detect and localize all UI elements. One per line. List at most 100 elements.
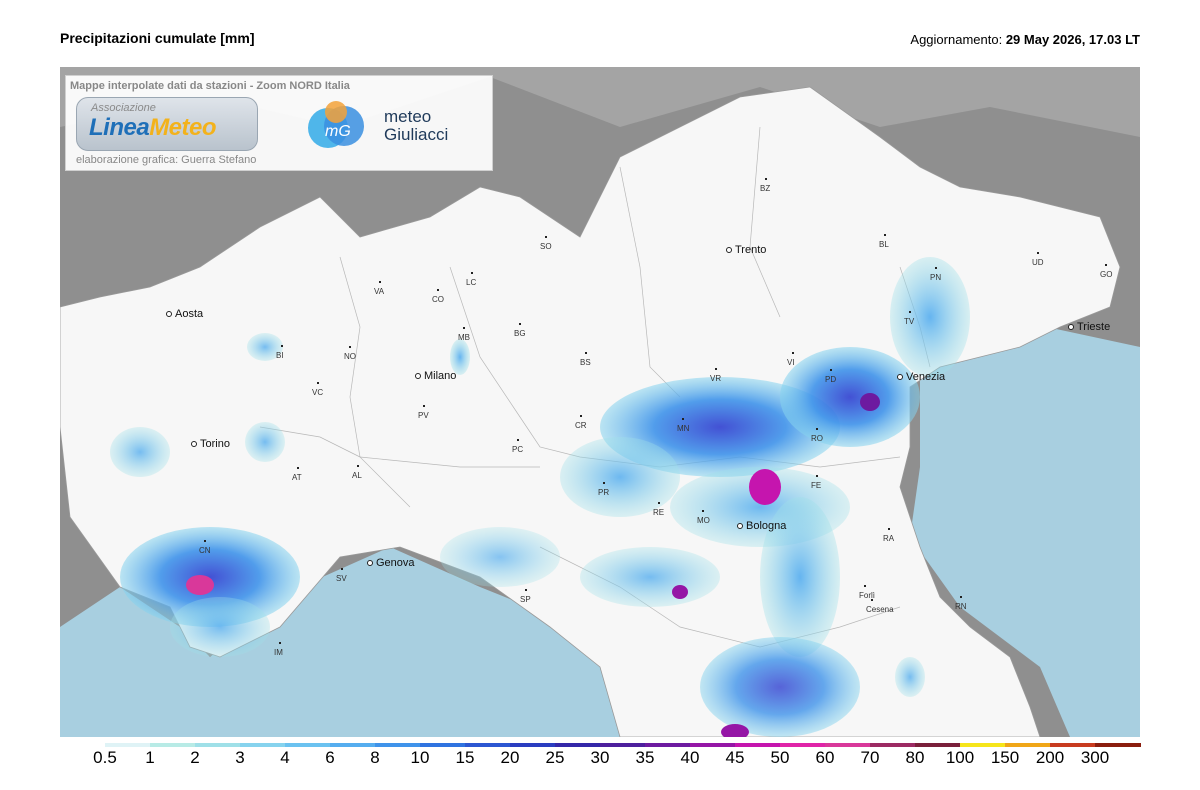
legend-color-segment [375,743,421,747]
legend-tick-label: 20 [500,748,520,767]
prov-mo: MO [697,510,710,525]
legend-color-segment [960,743,1006,747]
city-trieste: Trieste [1067,321,1111,333]
legend-color-segment [150,743,196,747]
map-title: Precipitazioni cumulate [mm] [60,30,255,46]
prov-ud: UD [1032,252,1044,267]
legend-color-segment [60,743,106,747]
prov-vi: VI [787,352,795,367]
legend-color-segment [510,743,556,747]
legend-tick-label: 8 [370,748,380,767]
legend-tick-label: 45 [725,748,745,767]
legend-tick-label: 35 [635,748,655,767]
legend-color-segment [420,743,466,747]
logo-name: LineaMeteo [89,114,217,142]
city-genova: Genova [367,557,415,569]
prov-so: SO [540,236,552,251]
prov-rn: RN [955,596,967,611]
prov-tv: TV [904,311,915,326]
prov-bi: BI [276,345,284,360]
city-torino: Torino [191,438,230,450]
prov-sv: SV [336,568,347,583]
legend-tick-label: 1 [145,748,155,767]
logo-mark-text: mG [325,123,351,140]
prov-bl: BL [879,234,889,249]
prov-va: VA [374,281,385,296]
prov-fe: FE [811,475,822,490]
partner-line2: Giuliacci [384,125,449,144]
legend-tick-label: 300 [1080,748,1110,767]
legend-color-segment [870,743,916,747]
prov-im: IM [274,642,283,657]
legend-tick-label: 100 [945,748,975,767]
prov-mb: MB [458,327,470,342]
prov-ra: RA [883,528,895,543]
legend-color-segment [1095,743,1141,747]
legend-color-segment [600,743,646,747]
update-value: 29 May 2026, 17.03 LT [1005,32,1140,47]
legend-color-segment [915,743,961,747]
legend-tick-label: 30 [590,748,610,767]
legend-color-segment [105,743,151,747]
legend-color-segment [1050,743,1096,747]
legend-tick-label: 60 [815,748,835,767]
legend-color-segment [825,743,871,747]
logo-name-a: Linea [89,114,150,141]
legend-color-segment [285,743,331,747]
legend-color-scale [60,743,1141,747]
lineameteo-logo: Associazione LineaMeteo [76,97,258,151]
legend-tick-label: 2 [190,748,200,767]
legend-color-segment [555,743,601,747]
prov-pn: PN [930,267,942,282]
credits-box: Mappe interpolate dati da stazioni - Zoo… [65,75,493,171]
partner-line1: meteo [384,107,432,126]
legend-color-segment [330,743,376,747]
prov-al: AL [352,465,362,480]
prov-ro: RO [811,428,823,443]
prov-mn: MN [677,418,690,433]
logo-association-text: Associazione [91,102,156,114]
legend-tick-label: 3 [235,748,245,767]
legend-color-segment [690,743,736,747]
prov-lc: LC [466,272,477,287]
prov-sp: SP [520,589,531,604]
legend-tick-label: 40 [680,748,700,767]
prov-at: AT [292,467,302,482]
prov-pr: PR [598,482,610,497]
prov-pv: PV [418,405,429,420]
legend-color-segment [1005,743,1051,747]
legend-tick-labels: 0.5 1 2 3 4 6 8 10 15 20 25 30 35 40 45 50 60 70 80 100 150 2… [60,748,1140,768]
legend-color-segment [645,743,691,747]
legend-color-segment [465,743,511,747]
legend-tick-label: 6 [325,748,335,767]
legend-tick-label: 70 [860,748,880,767]
legend-tick-label: 80 [905,748,925,767]
meteogiuliacci-name: meteo Giuliacci [384,108,448,144]
legend-color-segment [240,743,286,747]
prov-cn: CN [199,540,211,555]
credits-author: elaborazione grafica: Guerra Stefano [76,154,257,166]
legend-color-segment [735,743,781,747]
legend-tick-label: 25 [545,748,565,767]
prov-bg: BG [514,323,526,338]
prov-vc: VC [312,382,324,397]
prov-pd: PD [825,369,837,384]
legend-tick-label: 150 [990,748,1020,767]
city-milano: Milano [414,370,457,382]
prov-cesena: Cesena [866,599,894,614]
meteogiuliacci-logo-icon: mG [308,101,364,148]
legend-color-segment [780,743,826,747]
legend-tick-label: 0.5 [93,748,117,767]
legend-tick-label: 4 [280,748,290,767]
city-aosta: Aosta [165,308,204,320]
prov-co: CO [432,289,444,304]
legend-tick-label: 200 [1035,748,1065,767]
prov-vr: VR [710,368,722,383]
prov-bs: BS [580,352,591,367]
prov-pc: PC [512,439,524,454]
legend-tick-label: 50 [770,748,790,767]
city-trento: Trento [725,244,767,256]
prov-re: RE [653,502,665,517]
legend-tick-label: 10 [410,748,430,767]
prov-bz: BZ [760,178,771,193]
